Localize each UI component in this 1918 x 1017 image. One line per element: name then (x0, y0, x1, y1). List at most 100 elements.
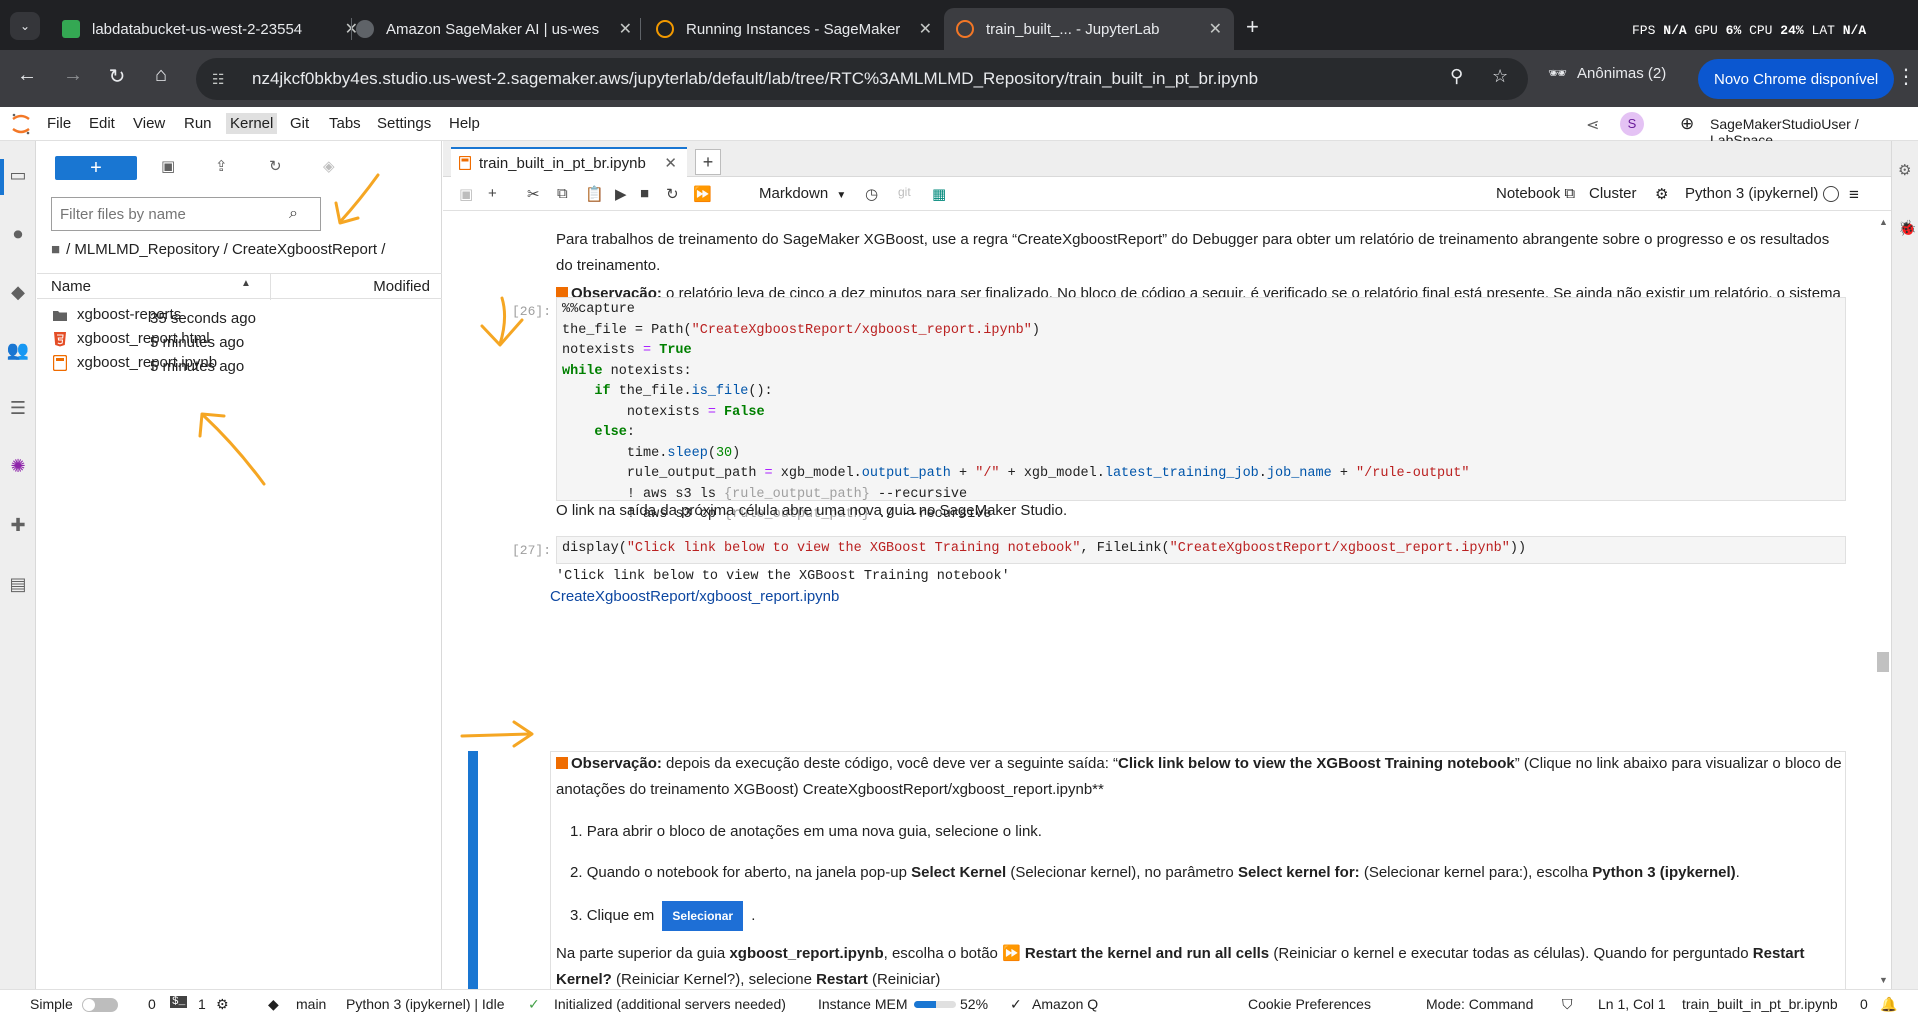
new-folder-icon[interactable]: ▣ (161, 157, 175, 175)
scroll-down-icon[interactable]: ▼ (1879, 975, 1888, 985)
bell-icon[interactable]: 🔔 (1880, 996, 1897, 1013)
close-tab-icon[interactable]: ✕ (919, 19, 932, 39)
chrome-update-button[interactable]: Novo Chrome disponível (1698, 59, 1895, 99)
active-cell-collapser[interactable] (468, 751, 476, 989)
incognito-profile-button[interactable]: 🕶 Anônimas (2) (1548, 64, 1666, 83)
output-file-link[interactable]: CreateXgboostReport/xgboost_report.ipynb (550, 588, 839, 605)
table-of-contents-icon[interactable]: ☰ (6, 398, 30, 422)
kernel-name-button[interactable]: Python 3 (ipykernel) (1685, 185, 1818, 202)
markdown-cell[interactable]: Na parte superior da guia xgboost_report… (556, 941, 1846, 989)
folder-icon[interactable]: ▭ (6, 165, 30, 189)
close-tab-icon[interactable]: ✕ (619, 19, 632, 39)
address-bar[interactable]: ☷ nz4jkcf0bkby4es.studio.us-west-2.sagem… (196, 58, 1528, 100)
notebook-tab[interactable]: train_built_in_pt_br.ipynb ✕ (451, 147, 687, 177)
menu-tabs[interactable]: Tabs (329, 115, 361, 132)
file-row[interactable]: xgboost_report.html 5 minutes ago (37, 326, 442, 352)
markdown-cell[interactable]: O link na saída da próxima célula abre u… (556, 498, 1846, 524)
cell-type-select[interactable]: Markdown ▼ (759, 185, 846, 202)
browser-tab[interactable]: Running Instances - SageMaker ✕ (644, 8, 944, 50)
column-modified[interactable]: Modified (373, 278, 430, 295)
file-filter-input[interactable] (51, 197, 321, 231)
browser-tab-active[interactable]: train_built_... - JupyterLab ✕ (944, 8, 1234, 50)
copy-icon[interactable]: ⧉ (557, 185, 568, 202)
code-cell[interactable]: %%capture the_file = Path("CreateXgboost… (556, 297, 1846, 522)
markdown-cell[interactable]: Para trabalhos de treinamento do SageMak… (556, 227, 1846, 279)
git-label[interactable]: git (898, 185, 911, 199)
menu-edit[interactable]: Edit (89, 115, 115, 132)
notification-count[interactable]: 0 (1860, 996, 1868, 1012)
folder-icon[interactable]: ■ (51, 241, 60, 258)
git-icon[interactable]: ◆ (6, 282, 30, 306)
site-info-icon[interactable]: ☷ (212, 71, 234, 88)
clock-icon[interactable]: ◷ (865, 185, 878, 203)
notebook-scrollbar[interactable]: ▲ ▼ (1875, 211, 1891, 989)
home-icon[interactable]: ⌂ (146, 64, 176, 87)
browser-tab[interactable]: Amazon SageMaker AI | us-wes ✕ (344, 8, 644, 50)
kernel-count[interactable]: 1 (198, 996, 206, 1012)
restart-kernel-icon[interactable]: ↻ (666, 185, 679, 203)
simple-mode-toggle[interactable] (82, 998, 118, 1012)
paste-icon[interactable]: 📋 (585, 185, 604, 203)
new-tab-button[interactable]: + (695, 149, 721, 175)
running-sessions-icon[interactable]: ⏺ (6, 224, 30, 248)
menu-view[interactable]: View (133, 115, 165, 132)
markdown-cell[interactable]: Observação: depois da execução deste cód… (556, 751, 1846, 803)
server-status[interactable]: Initialized (additional servers needed) (554, 996, 786, 1012)
menu-kernel[interactable]: Kernel (226, 113, 278, 134)
terminal-icon[interactable]: $_ (170, 996, 188, 1008)
amazon-q-brain-icon[interactable]: ✺ (6, 456, 30, 480)
chat-icon[interactable]: ▤ (6, 574, 30, 598)
share-icon[interactable]: ⋖ (1586, 115, 1599, 135)
file-row[interactable]: xgboost_report.ipynb 5 minutes ago (37, 350, 442, 376)
forward-arrow-icon[interactable]: → (58, 64, 88, 87)
git-branch[interactable]: main (296, 996, 326, 1012)
menu-help[interactable]: Help (449, 115, 480, 132)
file-row[interactable]: xgboost-reports 35 seconds ago (37, 302, 442, 328)
new-launcher-button[interactable]: + (55, 156, 137, 180)
terminal-count[interactable]: 0 (148, 996, 156, 1012)
amazon-q-status[interactable]: Amazon Q (1032, 996, 1098, 1012)
close-tab-icon[interactable]: ✕ (1209, 19, 1222, 39)
code-cell[interactable]: display("Click link below to view the XG… (556, 536, 1846, 564)
git-clone-icon[interactable]: ◈ (323, 157, 335, 175)
menu-git[interactable]: Git (290, 115, 309, 132)
column-divider[interactable] (270, 274, 271, 300)
reload-icon[interactable]: ↻ (102, 64, 132, 89)
stop-icon[interactable]: ■ (640, 185, 649, 202)
save-icon[interactable]: ▣ (459, 185, 473, 203)
restart-run-all-icon[interactable]: ⏩ (693, 185, 712, 203)
user-avatar[interactable]: S (1620, 112, 1644, 136)
editor-mode[interactable]: Mode: Command (1426, 996, 1533, 1012)
git-branch-icon[interactable]: ◆ (268, 996, 279, 1013)
run-icon[interactable]: ▶ (615, 185, 627, 203)
new-tab-button[interactable]: + (1246, 14, 1259, 40)
sort-ascending-icon[interactable]: ▲ (241, 278, 251, 289)
menu-settings[interactable]: Settings (377, 115, 431, 132)
kernel-icon[interactable]: ⚙ (216, 996, 229, 1013)
cookie-preferences-link[interactable]: Cookie Preferences (1248, 996, 1371, 1012)
gear-icon[interactable]: ⚙ (1655, 185, 1668, 203)
property-inspector-gear-icon[interactable]: ⚙ (1898, 161, 1911, 179)
schedule-icon[interactable]: ▦ (932, 185, 946, 203)
menu-file[interactable]: File (47, 115, 71, 132)
scrollbar-thumb[interactable] (1877, 652, 1889, 672)
collaborators-icon[interactable]: 👥 (6, 340, 30, 364)
extensions-icon[interactable]: ✚ (6, 515, 30, 539)
back-arrow-icon[interactable]: ← (12, 64, 42, 87)
menu-run[interactable]: Run (184, 115, 212, 132)
cluster-button[interactable]: Cluster (1589, 185, 1637, 202)
upload-icon[interactable]: ⇪ (215, 157, 228, 175)
notebook-view-button[interactable]: Notebook ⧉ (1496, 185, 1575, 202)
scroll-up-icon[interactable]: ▲ (1879, 217, 1888, 227)
zoom-icon[interactable]: ⚲ (1450, 66, 1463, 87)
refresh-icon[interactable]: ↻ (269, 157, 282, 175)
debugger-bug-icon[interactable]: 🐞 (1898, 219, 1917, 237)
hamburger-menu-icon[interactable]: ≡ (1849, 185, 1859, 205)
tab-search-button[interactable]: ⌄ (10, 12, 40, 40)
browser-tab[interactable]: labdatabucket-us-west-2-23554 ✕ (50, 8, 370, 50)
cursor-position[interactable]: Ln 1, Col 1 (1598, 996, 1666, 1012)
cut-icon[interactable]: ✂ (527, 185, 540, 203)
insert-cell-icon[interactable]: + (488, 185, 497, 202)
more-menu-icon[interactable]: ⋮ (1896, 64, 1916, 89)
column-name[interactable]: Name (51, 278, 91, 295)
